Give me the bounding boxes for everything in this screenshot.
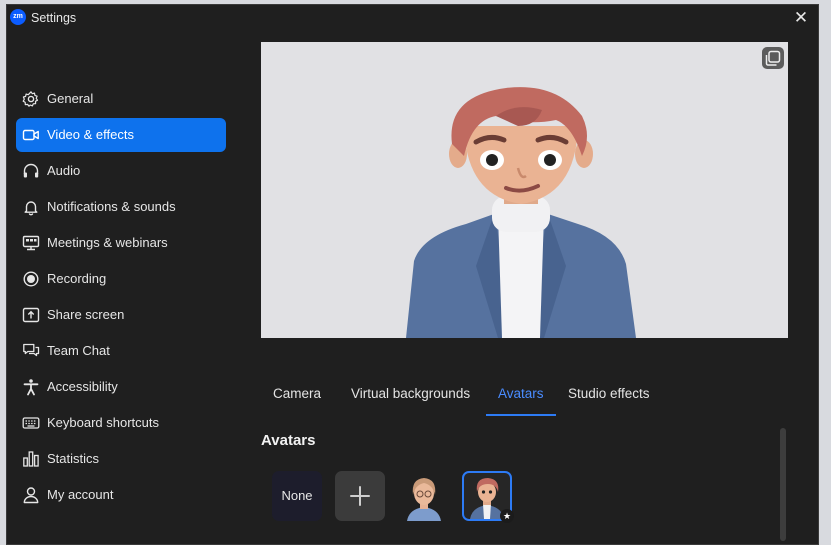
sidebar-item-label: Meetings & webinars (47, 235, 168, 250)
avatar-woman-thumbnail (407, 478, 441, 521)
bell-icon (22, 198, 40, 216)
share-screen-icon (22, 306, 40, 324)
sidebar-item-share-screen[interactable]: Share screen (16, 298, 226, 332)
settings-sidebar: General Video & effects Audio Notificati… (16, 82, 226, 514)
sidebar-item-keyboard-shortcuts[interactable]: Keyboard shortcuts (16, 406, 226, 440)
sidebar-item-label: Notifications & sounds (47, 199, 176, 214)
sidebar-item-team-chat[interactable]: Team Chat (16, 334, 226, 368)
sidebar-item-label: Team Chat (47, 343, 110, 358)
sidebar-item-label: Share screen (47, 307, 125, 322)
sidebar-item-label: General (47, 91, 94, 106)
sidebar-item-recording[interactable]: Recording (16, 262, 226, 296)
sidebar-item-label: Accessibility (47, 379, 118, 394)
picture-in-picture-icon[interactable] (762, 47, 784, 69)
title-bar: zm Settings ✕ (7, 5, 818, 32)
headphones-icon (22, 162, 40, 180)
sidebar-item-label: My account (47, 487, 114, 502)
add-avatar-button[interactable] (335, 471, 385, 521)
scrollbar[interactable] (780, 428, 786, 541)
tab-studio-effects[interactable]: Studio effects (568, 386, 650, 416)
sidebar-item-label: Statistics (47, 451, 100, 466)
window-title: Settings (31, 11, 77, 25)
sidebar-item-label: Video & effects (47, 127, 134, 142)
avatar-preview-image (406, 87, 636, 338)
plus-icon (350, 486, 370, 506)
video-camera-icon (22, 126, 40, 144)
sidebar-item-general[interactable]: General (16, 82, 226, 116)
sidebar-item-statistics[interactable]: Statistics (16, 442, 226, 476)
sidebar-item-label: Audio (47, 163, 81, 178)
active-tab-indicator (486, 414, 556, 416)
sidebar-item-label: Recording (47, 271, 107, 286)
keyboard-icon (22, 414, 40, 432)
person-icon (22, 486, 40, 504)
tab-avatars[interactable]: Avatars (486, 386, 556, 416)
video-preview (261, 42, 788, 338)
sidebar-item-label: Keyboard shortcuts (47, 415, 160, 430)
gear-icon (22, 90, 40, 108)
favorite-star-icon: ★ (500, 509, 514, 523)
zoom-logo-icon: zm (10, 9, 26, 25)
avatar-option-selected[interactable]: ★ (462, 471, 514, 523)
avatars-section-title: Avatars (261, 432, 316, 449)
tab-virtual-backgrounds[interactable]: Virtual backgrounds (351, 386, 470, 416)
sidebar-item-meetings[interactable]: Meetings & webinars (16, 226, 226, 260)
tab-camera[interactable]: Camera (273, 386, 321, 416)
sidebar-item-notifications[interactable]: Notifications & sounds (16, 190, 226, 224)
accessibility-icon (22, 378, 40, 396)
sidebar-item-video-effects[interactable]: Video & effects (16, 118, 226, 152)
statistics-icon (22, 450, 40, 468)
avatar-none-button[interactable]: None (272, 471, 322, 521)
sidebar-item-accessibility[interactable]: Accessibility (16, 370, 226, 404)
sidebar-item-audio[interactable]: Audio (16, 154, 226, 188)
tab-avatars-label: Avatars (498, 386, 544, 401)
chat-icon (22, 342, 40, 360)
close-button[interactable]: ✕ (790, 7, 812, 29)
record-icon (22, 270, 40, 288)
sidebar-item-my-account[interactable]: My account (16, 478, 226, 512)
meetings-icon (22, 234, 40, 252)
avatar-option[interactable] (399, 471, 449, 521)
